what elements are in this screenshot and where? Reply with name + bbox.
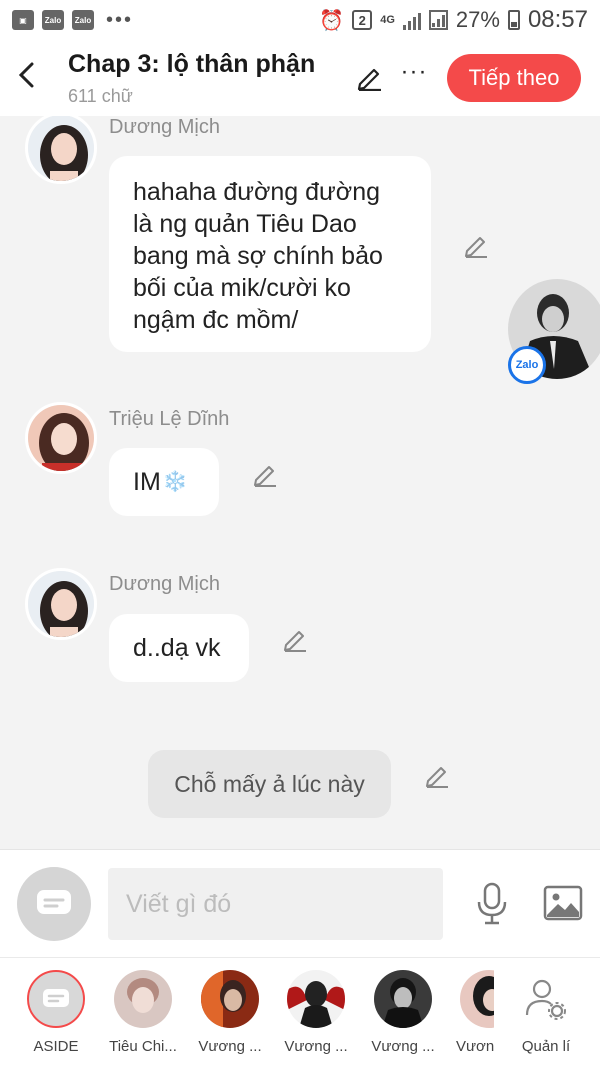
status-bar: ▣ Zalo Zalo ••• ⏰ 2 4G 27% 08:57 <box>0 0 600 40</box>
network-type: 4G <box>380 14 395 26</box>
pencil-icon <box>357 68 381 91</box>
sender-name: Triệu Lệ Dĩnh <box>109 408 230 430</box>
chat-area[interactable]: Dương Mịch hahaha đường đường là ng quản… <box>0 116 600 849</box>
notification-count: 2 <box>352 10 373 30</box>
pencil-icon <box>426 767 448 788</box>
aside-avatar <box>27 970 85 1028</box>
character-item[interactable]: Tiêu Chi... <box>100 970 186 1055</box>
avatar-portrait <box>28 571 94 637</box>
message-line: ngậm đc mồm/ <box>133 306 299 334</box>
gallery-icon: ▣ <box>12 10 34 30</box>
avatar <box>114 970 172 1028</box>
message-bubble[interactable]: IM ❄️ <box>109 448 219 516</box>
message-text: IM <box>133 468 161 496</box>
message-line: bối của mik/cười ko <box>133 274 351 302</box>
message-line: hahaha đường đường <box>133 178 380 206</box>
sender-name: Dương Mịch <box>109 116 220 138</box>
character-bar: ASIDE Tiêu Chi... Vương ... Vương ... Vư… <box>0 957 600 1067</box>
chat-bubble-icon <box>43 989 69 1007</box>
avatar[interactable] <box>25 402 97 474</box>
character-name: Tiêu Chi... <box>109 1038 177 1055</box>
message-line: là ng quản Tiêu Dao <box>133 210 357 238</box>
avatar-portrait <box>28 405 94 471</box>
edit-narration-button[interactable] <box>424 762 452 790</box>
zalo-icon: Zalo <box>72 10 94 30</box>
message-input[interactable] <box>108 868 443 940</box>
avatar <box>287 970 345 1028</box>
microphone-icon <box>477 882 507 925</box>
next-chapter-button[interactable]: Tiếp theo <box>447 54 581 102</box>
edit-title-button[interactable] <box>352 60 386 94</box>
zalo-icon: Zalo <box>42 10 64 30</box>
character-item[interactable]: Vương ... <box>360 970 446 1055</box>
pencil-icon <box>465 237 487 258</box>
chat-bubble-icon <box>37 890 71 914</box>
edit-message-button[interactable] <box>463 232 491 260</box>
avatar <box>374 970 432 1028</box>
signal-icon <box>402 10 421 30</box>
alarm-icon: ⏰ <box>319 9 345 32</box>
character-aside[interactable]: ASIDE <box>13 970 99 1055</box>
manage-characters-button[interactable]: Quản lí <box>503 970 589 1055</box>
pencil-icon <box>254 466 276 487</box>
message-bubble[interactable]: d..dạ vk <box>109 614 249 682</box>
edit-message-button[interactable] <box>282 626 310 654</box>
avatar <box>201 970 259 1028</box>
manage-avatar <box>517 970 575 1028</box>
chapter-header: Chap 3: lộ thân phận 611 chữ ··· Tiếp th… <box>0 40 600 116</box>
character-name: Vươn <box>456 1038 494 1055</box>
zalo-icon: Zalo <box>508 346 546 384</box>
aside-toggle-button[interactable] <box>17 867 91 941</box>
character-name: Vương ... <box>198 1038 262 1055</box>
user-settings-icon <box>525 979 566 1020</box>
more-notifications-icon: ••• <box>106 8 134 31</box>
clock: 08:57 <box>527 6 588 33</box>
character-name: Vương ... <box>371 1038 435 1055</box>
chevron-left-icon <box>18 62 34 88</box>
character-item[interactable]: Vương ... <box>273 970 359 1055</box>
chapter-title[interactable]: Chap 3: lộ thân phận <box>68 50 315 79</box>
image-button[interactable] <box>540 880 586 926</box>
battery-level: 27% <box>455 7 500 32</box>
character-name: Vương ... <box>284 1038 348 1055</box>
avatar-portrait <box>28 116 94 181</box>
signal-icon <box>428 10 448 30</box>
back-button[interactable] <box>10 58 44 92</box>
character-name: Quản lí <box>521 1038 571 1055</box>
narration-bubble[interactable]: Chỗ mấy ả lúc này <box>148 750 391 818</box>
message-input-bar <box>0 849 600 957</box>
avatar[interactable] <box>25 116 97 184</box>
avatar[interactable] <box>25 568 97 640</box>
message-line: bang mà sợ chính bảo <box>133 242 383 270</box>
character-item[interactable]: Vương ... <box>187 970 273 1055</box>
snowflake-icon: ❄️ <box>162 471 188 493</box>
pencil-icon <box>284 631 306 652</box>
character-item[interactable]: Vươn <box>446 970 494 1055</box>
edit-message-button[interactable] <box>252 461 280 489</box>
message-bubble[interactable]: hahaha đường đường là ng quản Tiêu Dao b… <box>109 156 431 352</box>
image-icon <box>543 885 583 921</box>
character-name: ASIDE <box>33 1038 79 1055</box>
avatar <box>460 970 494 1028</box>
message-text: d..dạ vk <box>133 634 221 662</box>
more-options-button[interactable]: ··· <box>398 58 430 92</box>
voice-button[interactable] <box>470 878 514 930</box>
battery-icon <box>507 10 520 30</box>
sender-name: Dương Mịch <box>109 573 220 595</box>
word-count: 611 chữ <box>68 86 133 106</box>
